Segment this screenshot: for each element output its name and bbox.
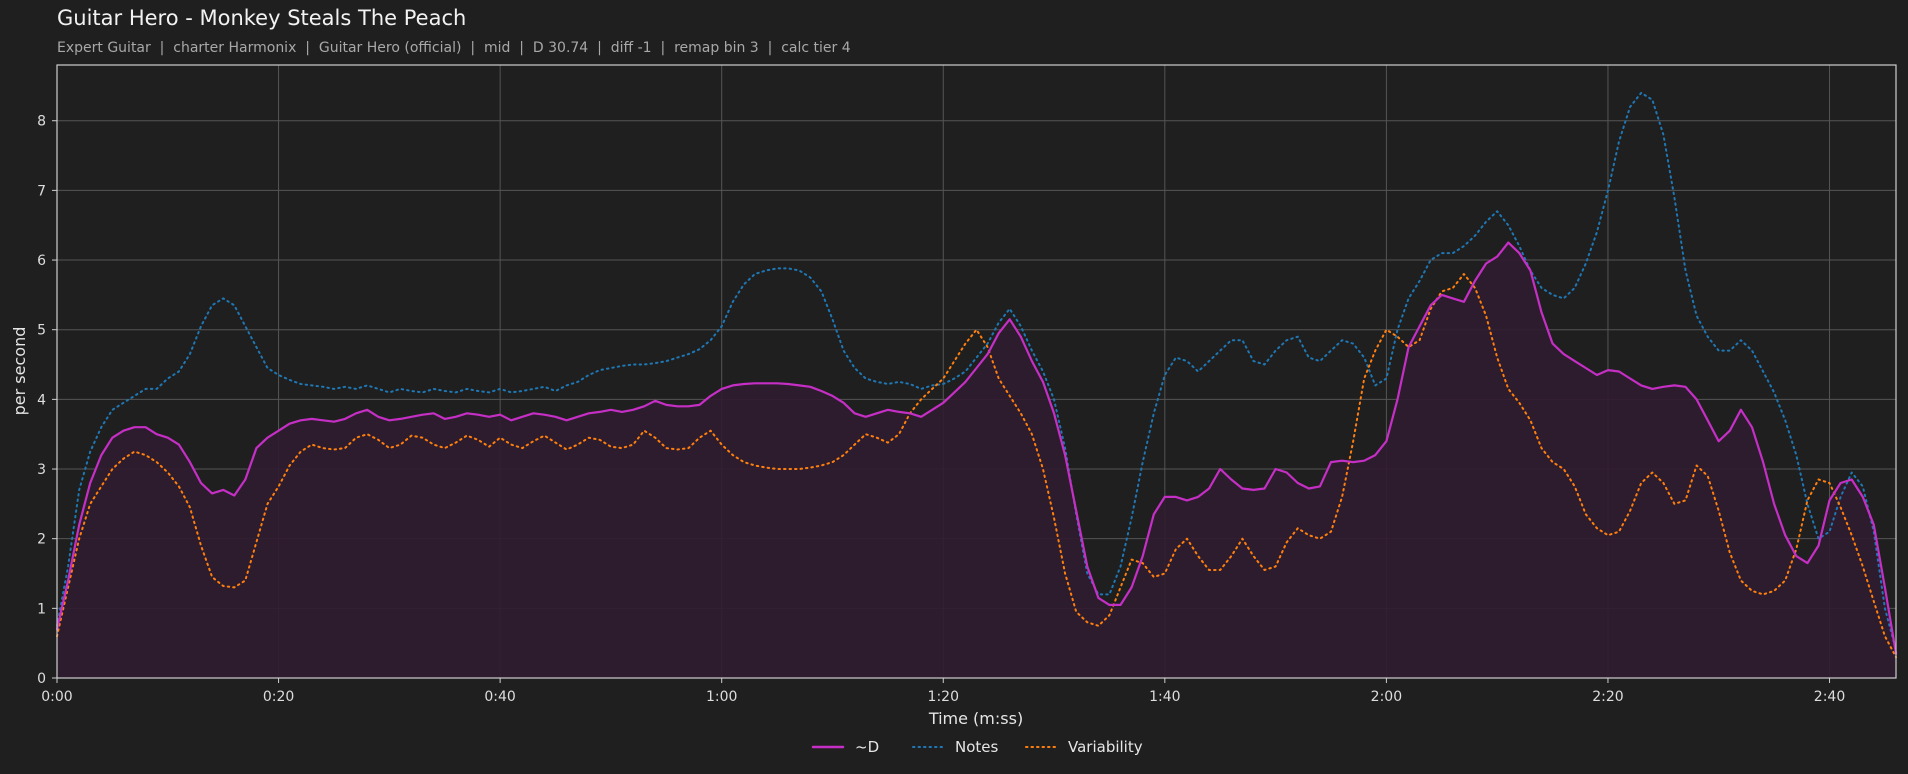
y-tick-label: 8: [37, 114, 46, 130]
x-tick-label: 1:40: [1149, 689, 1180, 705]
y-tick-label: 6: [37, 253, 46, 269]
line-chart: 0:00 0:20 0:40 1:00 1:20 1:40 2:00 2:20 2:40 0 1 2…: [10, 64, 1898, 756]
x-tick-label: 1:20: [928, 689, 959, 705]
y-tick-label: 0: [37, 671, 46, 687]
y-tick-label: 3: [37, 462, 46, 478]
x-tick-label: 2:00: [1371, 689, 1402, 705]
legend: ~D Notes Variability: [811, 738, 1143, 756]
y-axis-ticks: 0 1 2 3 4 5 6 7 8: [37, 114, 57, 687]
y-tick-label: 7: [37, 183, 46, 199]
x-tick-label: 0:20: [263, 689, 294, 705]
x-tick-label: 0:40: [484, 689, 515, 705]
y-tick-label: 5: [37, 323, 46, 339]
x-tick-label: 1:00: [706, 689, 737, 705]
legend-label: Variability: [1068, 738, 1143, 756]
legend-label: Notes: [955, 738, 999, 756]
x-axis-label: Time (m:ss): [928, 709, 1023, 728]
y-axis-label: per second: [10, 327, 29, 416]
legend-label: ~D: [855, 738, 879, 756]
x-axis-ticks: 0:00 0:20 0:40 1:00 1:20 1:40 2:00 2:20 2:40: [41, 678, 1845, 705]
x-tick-label: 0:00: [41, 689, 72, 705]
y-tick-label: 1: [37, 601, 46, 617]
x-tick-label: 2:20: [1592, 689, 1623, 705]
y-tick-label: 2: [37, 532, 46, 548]
x-tick-label: 2:40: [1814, 689, 1845, 705]
y-tick-label: 4: [37, 392, 46, 408]
d-area-fill: [57, 242, 1896, 678]
